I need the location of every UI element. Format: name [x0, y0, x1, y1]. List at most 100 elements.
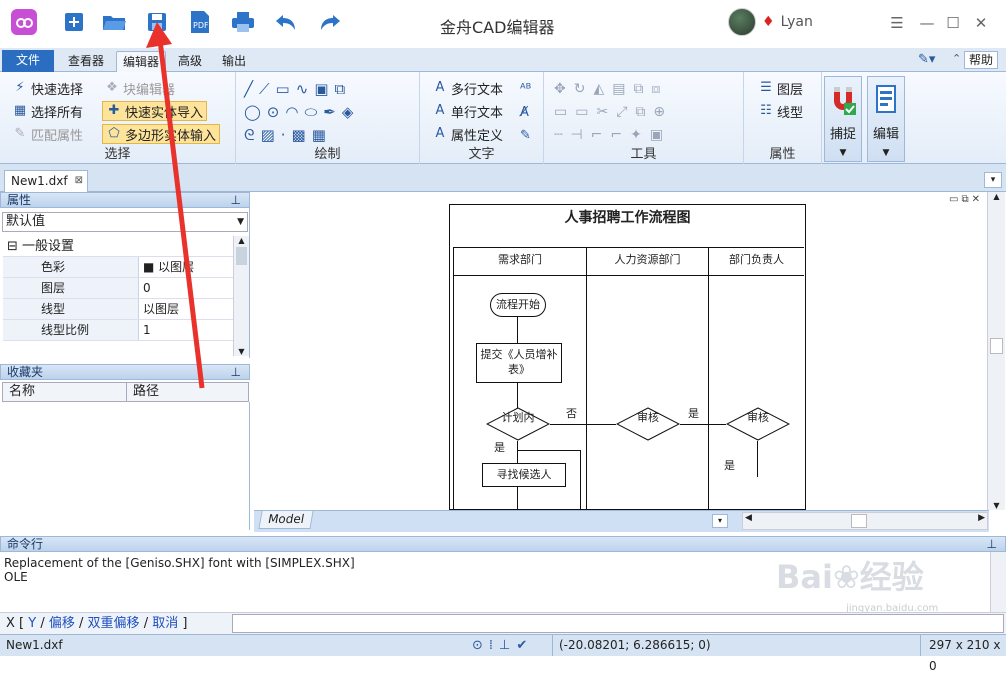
drawing-canvas[interactable]: ▭⧉✕ 人事招聘工作流程图 需求部门 人力资源部门 部门负责人 流程开始 提交《… [254, 192, 1005, 511]
snapshot-icon[interactable]: ▣ [650, 127, 671, 143]
attribute-definition-button[interactable]: A 属性定义 [432, 124, 503, 144]
single-line-text-button[interactable]: A 单行文本 [432, 101, 503, 121]
circle-icon[interactable]: ◯ [244, 103, 267, 121]
mirror-icon[interactable]: ◭ [593, 81, 612, 97]
option-y[interactable]: Y [28, 616, 36, 631]
close-icon[interactable]: ✕ [972, 194, 983, 205]
stretch-icon[interactable]: ▭ [575, 104, 596, 120]
rotate-icon[interactable]: ↻ [574, 81, 594, 97]
scroll-left-icon[interactable]: ◀ [745, 513, 752, 523]
redo-icon[interactable] [316, 8, 344, 36]
pin-icon[interactable]: ⊥ [987, 537, 997, 551]
command-scrollbar[interactable] [990, 552, 1006, 612]
style-dropdown-icon[interactable]: ✎▾ [918, 52, 935, 67]
properties-scrollbar[interactable]: ▲ ▼ [233, 236, 249, 356]
text-pen-icon[interactable]: ✎ [520, 128, 531, 143]
canvas-window-controls[interactable]: ▭⧉✕ [949, 194, 983, 205]
entity-snap-toggle-icon[interactable]: ✔ [516, 638, 533, 653]
scroll-thumb[interactable] [236, 247, 247, 265]
favorites-list[interactable] [0, 402, 250, 530]
status-toggle-icons[interactable]: ⊙⁞⊥✔ [472, 635, 533, 656]
copy-icon[interactable]: ⧉ [633, 81, 651, 97]
match-properties-button[interactable]: ✎ 匹配属性 [12, 124, 83, 144]
document-tab[interactable]: New1.dxf ⊠ [4, 170, 88, 192]
tab-file[interactable]: 文件 [2, 50, 54, 72]
user-account[interactable]: ♦ Lyan [728, 8, 813, 36]
snap-button[interactable]: 捕捉 ▼ [824, 76, 862, 162]
text-style-icons[interactable]: ᴬᴮ A̸ ✎ [520, 78, 531, 147]
block-insert-icon[interactable]: ⧉ [335, 80, 352, 98]
scroll-thumb[interactable] [851, 514, 867, 528]
option-cancel[interactable]: 取消 [152, 616, 178, 631]
scroll-down-icon[interactable]: ▼ [988, 501, 1005, 510]
pen-icon[interactable]: ✒ [323, 103, 342, 121]
minimize-icon[interactable]: — [916, 12, 938, 34]
new-file-icon[interactable] [60, 8, 88, 36]
gradient-icon[interactable]: ▨ [261, 126, 281, 144]
tab-output[interactable]: 输出 [216, 51, 252, 72]
grid-toggle-icon[interactable]: ⁞ [489, 638, 499, 653]
circle-3p-icon[interactable]: ⊙ [267, 103, 286, 121]
edit-dropdown-icon[interactable]: ▼ [868, 148, 904, 158]
join-icon[interactable]: ⧉ [635, 104, 653, 120]
polyline-icon[interactable]: ⟋ [259, 80, 276, 98]
open-folder-icon[interactable] [100, 8, 128, 36]
scroll-down-icon[interactable]: ▼ [234, 347, 249, 356]
ellipse-icon[interactable]: ⬭ [304, 103, 323, 121]
break-icon[interactable]: ⊣ [570, 127, 590, 143]
scroll-right-icon[interactable]: ▶ [978, 513, 985, 523]
spline-icon[interactable]: ∿ [296, 80, 315, 98]
scroll-up-icon[interactable]: ▲ [234, 236, 249, 245]
array-icon[interactable]: ▤ [612, 81, 633, 97]
layers-button[interactable]: ☰ 图层 [758, 78, 803, 98]
close-tab-icon[interactable]: ⊠ [75, 171, 83, 191]
draw-tools-icons[interactable]: ╱⟋▭∿▣⧉ ◯⊙◠⬭✒◈ ᘓ▨·▩▦ [244, 78, 414, 147]
tabs-dropdown-icon[interactable]: ▾ [984, 172, 1002, 188]
help-button[interactable]: 帮助 [964, 51, 998, 69]
pin-icon[interactable]: ⊥ [231, 365, 241, 379]
option-double-offset[interactable]: 双重偏移 [88, 616, 140, 631]
col-name[interactable]: 名称 [9, 383, 35, 401]
linetype-button[interactable]: ☷ 线型 [758, 101, 803, 121]
command-input[interactable] [232, 614, 1004, 633]
chevron-down-icon[interactable]: ▼ [237, 213, 244, 231]
chamfer-icon[interactable]: ⌐ [610, 127, 630, 143]
select-all-button[interactable]: ▦ 选择所有 [12, 101, 83, 121]
canvas-vscrollbar[interactable]: ▲ ▼ [987, 192, 1005, 510]
explode-icon[interactable]: ⧈ [651, 81, 668, 97]
abc-icon[interactable]: ᴬᴮ [520, 82, 531, 97]
erase-icon[interactable]: ✦ [630, 127, 650, 143]
text-edit-icon[interactable]: A̸ [520, 105, 529, 120]
hatch-icon[interactable]: ▣ [314, 80, 334, 98]
menu-icon[interactable]: ☰ [886, 12, 908, 34]
arc-icon[interactable]: ◠ [285, 103, 304, 121]
undo-icon[interactable] [272, 8, 300, 36]
edit-button[interactable]: 编辑 ▼ [867, 76, 905, 162]
avatar[interactable] [728, 8, 756, 36]
spiral-icon[interactable]: ᘓ [244, 126, 261, 144]
point-icon[interactable]: · [281, 126, 292, 144]
scale-icon[interactable]: ▭ [554, 104, 575, 120]
snap-toggle-icon[interactable]: ⊙ [472, 638, 489, 653]
trim-icon[interactable]: ✂ [596, 104, 616, 120]
rectangle-icon[interactable]: ▭ [276, 80, 296, 98]
tab-viewer[interactable]: 查看器 [62, 51, 110, 72]
print-icon[interactable] [229, 8, 257, 36]
snap-dropdown-icon[interactable]: ▼ [825, 148, 861, 158]
image-icon[interactable]: ▩ [292, 126, 312, 144]
collapse-ribbon-icon[interactable]: ⌃ [952, 52, 961, 65]
minimize-icon[interactable]: ▭ [949, 194, 961, 205]
restore-icon[interactable]: ⧉ [961, 194, 971, 205]
move-icon[interactable]: ✥ [554, 81, 574, 97]
measure-icon[interactable]: ⊕ [653, 104, 673, 120]
table-icon[interactable]: ▦ [312, 126, 332, 144]
model-tab[interactable]: Model [258, 511, 314, 529]
quick-select-button[interactable]: ⚡ 快速选择 [12, 78, 83, 98]
layout-dropdown-icon[interactable]: ▾ [712, 514, 728, 528]
scroll-up-icon[interactable]: ▲ [988, 192, 1005, 201]
modify-tools-icons[interactable]: ✥↻◭▤⧉⧈ ▭▭✂⤢⧉⊕ ┄⊣⌐⌐✦▣ [554, 78, 740, 147]
pin-icon[interactable]: ⊥ [231, 193, 241, 207]
maximize-icon[interactable]: ☐ [942, 12, 964, 34]
offset-icon[interactable]: ┄ [554, 127, 570, 143]
scroll-thumb[interactable] [990, 338, 1003, 354]
